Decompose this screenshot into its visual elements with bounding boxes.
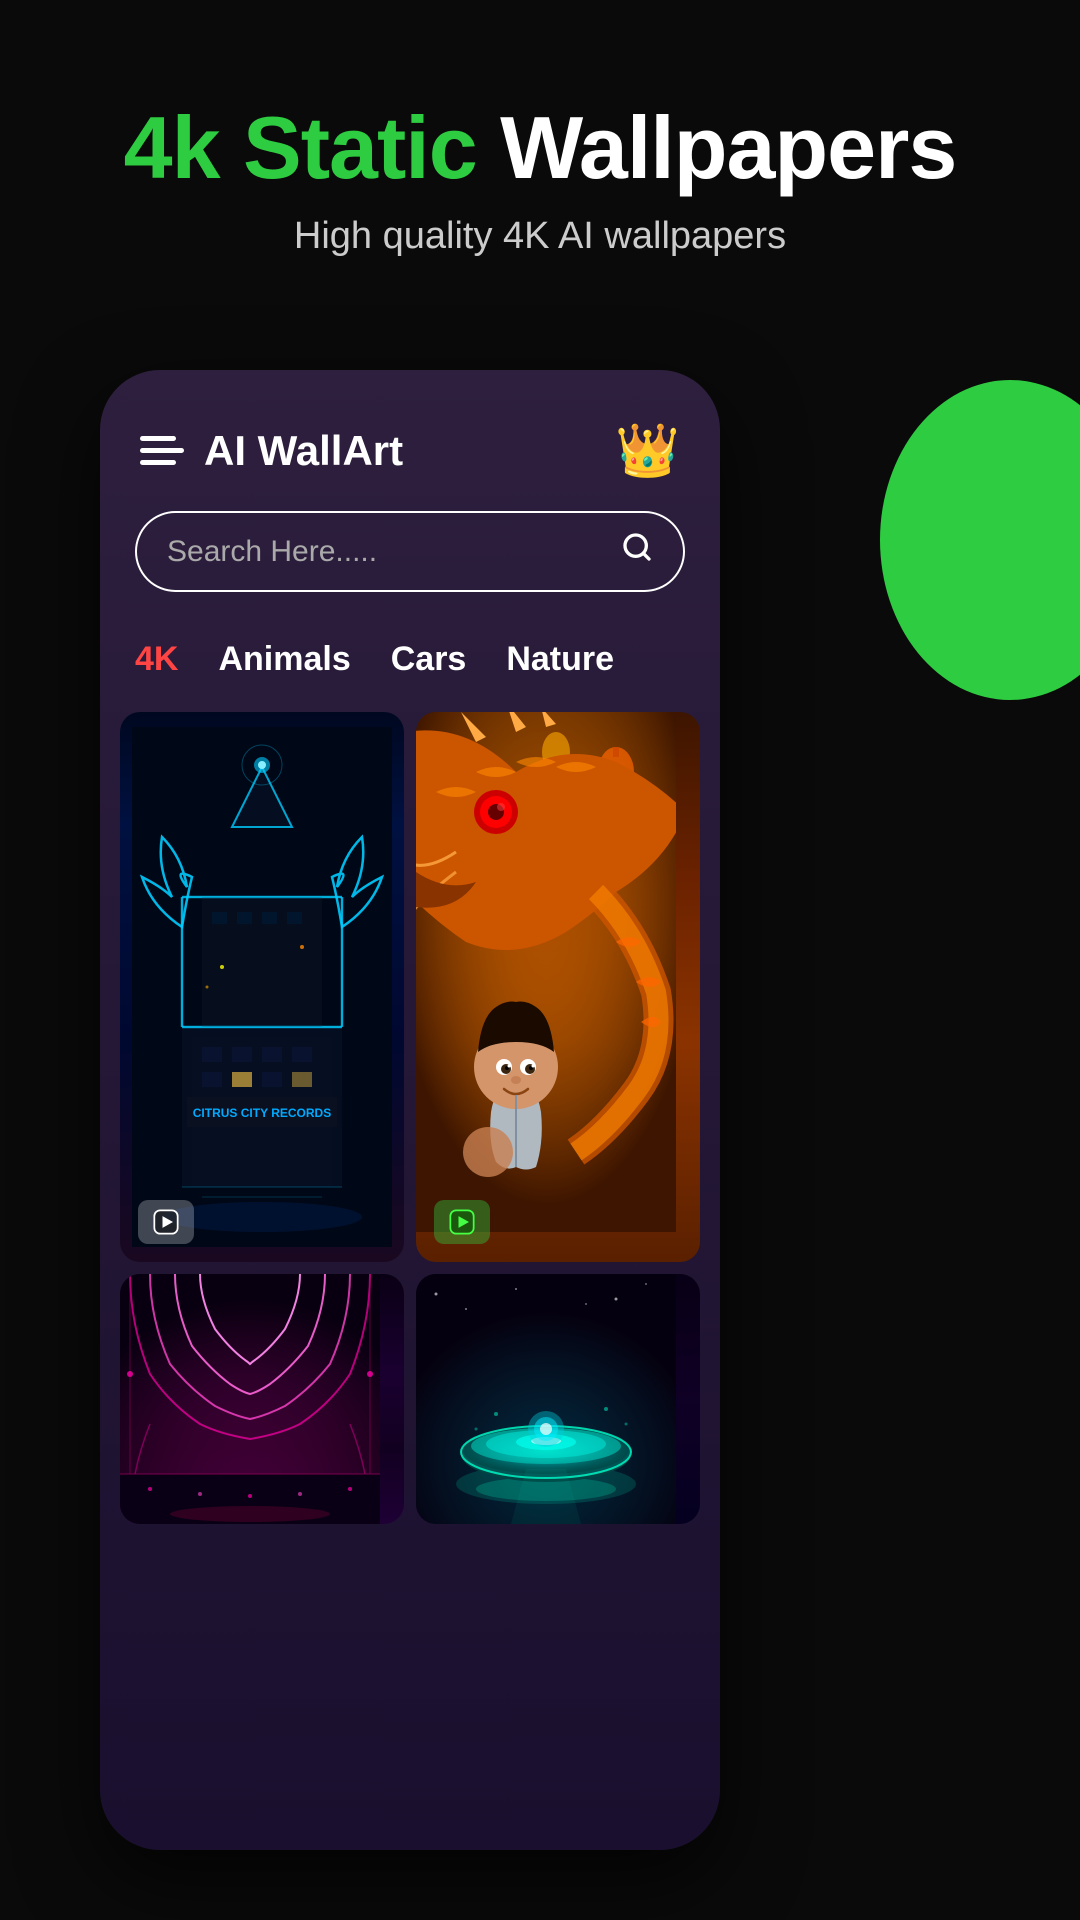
dragon-art xyxy=(416,712,700,1262)
neon-arch-art xyxy=(120,1274,404,1524)
wallpaper-card-3[interactable] xyxy=(120,1274,404,1524)
hamburger-line-2 xyxy=(140,448,184,453)
phone-frame: AI WallArt 👑 Search Here..... 4K Animals… xyxy=(100,370,720,1850)
search-bar[interactable]: Search Here..... xyxy=(135,511,685,592)
crown-icon[interactable]: 👑 xyxy=(615,420,680,481)
category-tabs: 4K Animals Cars Nature xyxy=(100,622,720,712)
search-bar-container: Search Here..... xyxy=(100,511,720,622)
search-icon xyxy=(621,531,653,572)
teal-art xyxy=(416,1274,700,1524)
hamburger-line-3 xyxy=(140,460,176,465)
hero-title-highlight: 4k Static xyxy=(124,98,477,197)
play-badge-1[interactable] xyxy=(138,1200,194,1244)
search-placeholder-text: Search Here..... xyxy=(167,535,606,569)
tab-nature[interactable]: Nature xyxy=(506,632,614,687)
hamburger-menu-button[interactable] xyxy=(140,436,184,465)
hero-subtitle: High quality 4K AI wallpapers xyxy=(0,215,1080,258)
neon-building-art: CITRUS CITY RECORDS xyxy=(120,712,404,1262)
play-icon-2 xyxy=(448,1208,476,1236)
app-title: AI WallArt xyxy=(204,427,615,475)
hero-section: 4k Static Wallpapers High quality 4K AI … xyxy=(0,100,1080,258)
tab-animals[interactable]: Animals xyxy=(218,632,350,687)
hamburger-line-1 xyxy=(140,436,176,441)
play-icon-1 xyxy=(152,1208,180,1236)
wallpaper-grid: CITRUS CITY RECORDS xyxy=(100,712,720,1524)
decorative-circle xyxy=(880,380,1080,700)
tab-4k[interactable]: 4K xyxy=(135,632,178,687)
hero-title-rest: Wallpapers xyxy=(477,98,957,197)
hero-title: 4k Static Wallpapers xyxy=(0,100,1080,197)
wallpaper-card-2[interactable] xyxy=(416,712,700,1262)
wallpaper-card-4[interactable] xyxy=(416,1274,700,1524)
svg-text:CITRUS CITY RECORDS: CITRUS CITY RECORDS xyxy=(193,1106,331,1120)
app-header: AI WallArt 👑 xyxy=(100,370,720,511)
play-badge-2[interactable] xyxy=(434,1200,490,1244)
tab-cars[interactable]: Cars xyxy=(391,632,467,687)
wallpaper-card-1[interactable]: CITRUS CITY RECORDS xyxy=(120,712,404,1262)
